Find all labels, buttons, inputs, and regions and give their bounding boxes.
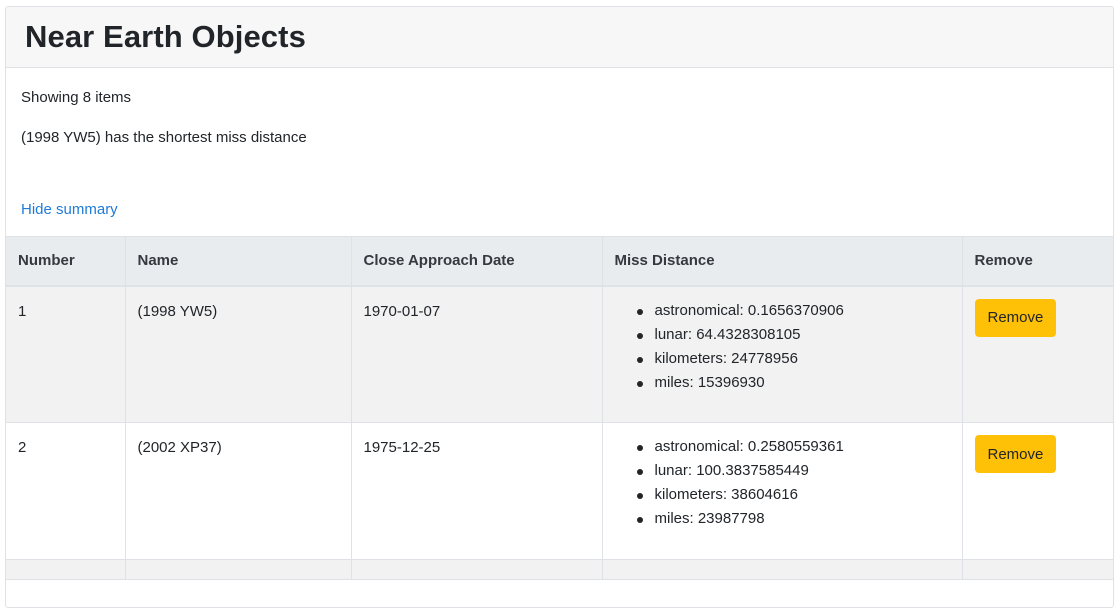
remove-button[interactable]: Remove xyxy=(974,435,1057,473)
cell-miss-distance: astronomical: 0.1656370906 lunar: 64.432… xyxy=(602,285,963,423)
hide-summary-link[interactable]: Hide summary xyxy=(21,201,118,218)
cell-remove xyxy=(962,559,1113,580)
miss-kilometers: kilometers: 24778956 xyxy=(615,347,950,371)
cell-remove: Remove xyxy=(962,285,1113,423)
cell-number: 2 xyxy=(6,422,126,560)
neo-card: Near Earth Objects Showing 8 items (1998… xyxy=(5,6,1114,608)
column-header-number: Number xyxy=(6,236,126,287)
column-header-remove: Remove xyxy=(962,236,1113,287)
table-header: Number Name Close Approach Date Miss Dis… xyxy=(6,236,1113,287)
miss-lunar: lunar: 64.4328308105 xyxy=(615,323,950,347)
cell-date: 1970-01-07 xyxy=(351,285,603,423)
cell-name xyxy=(125,559,352,580)
neo-table: Number Name Close Approach Date Miss Dis… xyxy=(6,236,1113,580)
miss-distance-list: astronomical: 0.2580559361 lunar: 100.38… xyxy=(615,435,950,531)
cell-name: (1998 YW5) xyxy=(125,285,352,423)
column-header-date: Close Approach Date xyxy=(351,236,603,287)
column-header-miss-distance: Miss Distance xyxy=(602,236,963,287)
miss-distance-list: astronomical: 0.1656370906 lunar: 64.432… xyxy=(615,299,950,395)
cell-name: (2002 XP37) xyxy=(125,422,352,560)
cell-date: 1975-12-25 xyxy=(351,422,603,560)
card-header: Near Earth Objects xyxy=(6,7,1113,68)
miss-astronomical: astronomical: 0.1656370906 xyxy=(615,299,950,323)
cell-miss-distance: astronomical: 0.2580559361 lunar: 100.38… xyxy=(602,422,963,560)
miss-miles: miles: 23987798 xyxy=(615,507,950,531)
cell-remove: Remove xyxy=(962,422,1113,560)
summary-section: Showing 8 items (1998 YW5) has the short… xyxy=(6,68,1113,236)
shortest-distance-text: (1998 YW5) has the shortest miss distanc… xyxy=(21,129,307,146)
table-row: 2 (2002 XP37) 1975-12-25 astronomical: 0… xyxy=(6,422,1113,560)
table-row xyxy=(6,559,1113,580)
cell-number: 1 xyxy=(6,285,126,423)
page-title: Near Earth Objects xyxy=(25,19,306,54)
cell-number xyxy=(6,559,126,580)
miss-miles: miles: 15396930 xyxy=(615,371,950,395)
cell-miss-distance xyxy=(602,559,963,580)
miss-kilometers: kilometers: 38604616 xyxy=(615,483,950,507)
column-header-name: Name xyxy=(125,236,352,287)
miss-astronomical: astronomical: 0.2580559361 xyxy=(615,435,950,459)
miss-lunar: lunar: 100.3837585449 xyxy=(615,459,950,483)
item-count-text: Showing 8 items xyxy=(21,89,132,106)
table-row: 1 (1998 YW5) 1970-01-07 astronomical: 0.… xyxy=(6,285,1113,423)
remove-button[interactable]: Remove xyxy=(974,298,1057,337)
cell-date xyxy=(351,559,603,580)
